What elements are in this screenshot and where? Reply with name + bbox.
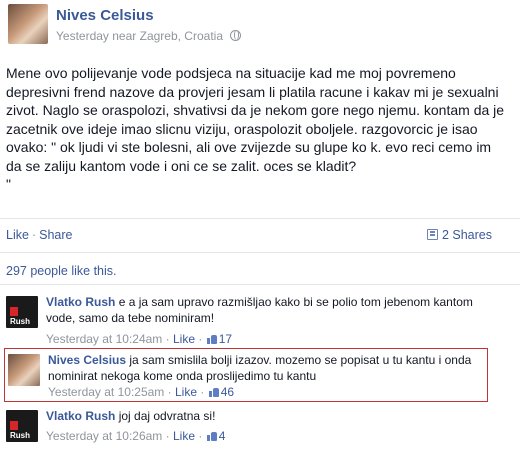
comment-meta: Yesterday at 10:26am · Like · 4 bbox=[46, 429, 226, 443]
divider bbox=[0, 252, 520, 253]
post-timestamp-location[interactable]: Yesterday near Zagreb, Croatia bbox=[56, 29, 223, 43]
comment-author[interactable]: Nives Celsius bbox=[48, 353, 126, 367]
comment: Rush Vlatko Rush e a ja sam upravo razmi… bbox=[4, 292, 488, 347]
comment-time[interactable]: Yesterday at 10:24am bbox=[46, 332, 162, 346]
comment-meta: Yesterday at 10:25am · Like · 46 bbox=[48, 385, 235, 399]
share-icon bbox=[426, 229, 438, 240]
post-actions: Like · Share bbox=[6, 228, 72, 242]
shares-label: 2 Shares bbox=[441, 228, 492, 242]
comment-body: Nives Celsius ja sam smislila bolji izaz… bbox=[48, 352, 488, 400]
thumbs-up-icon bbox=[208, 387, 219, 397]
comment: Rush Vlatko Rush joj daj odvratna si! Ye… bbox=[4, 406, 488, 446]
globe-icon[interactable] bbox=[230, 30, 242, 41]
post-author-name[interactable]: Nives Celsius bbox=[56, 7, 154, 24]
comment-like-count[interactable]: 17 bbox=[219, 332, 232, 346]
comment-like-count[interactable]: 46 bbox=[221, 385, 234, 399]
comment-time[interactable]: Yesterday at 10:26am bbox=[46, 429, 162, 443]
author-avatar[interactable] bbox=[8, 4, 48, 44]
comment-text: joj daj odvratna si! bbox=[115, 409, 216, 423]
rush-logo: Rush bbox=[10, 307, 38, 326]
comment-like-button[interactable]: Like bbox=[175, 385, 197, 399]
comment-body: Vlatko Rush joj daj odvratna si! Yesterd… bbox=[46, 408, 486, 444]
commenter-avatar[interactable]: Rush bbox=[6, 296, 38, 328]
commenter-avatar[interactable]: Rush bbox=[6, 410, 38, 442]
comment-like-count[interactable]: 4 bbox=[219, 429, 226, 443]
post-meta: Yesterday near Zagreb, Croatia bbox=[56, 29, 242, 43]
divider bbox=[0, 218, 520, 219]
shares-count[interactable]: 2 Shares bbox=[426, 228, 492, 242]
comment-author[interactable]: Vlatko Rush bbox=[46, 409, 115, 423]
likes-summary[interactable]: 297 people like this. bbox=[6, 264, 117, 278]
comment-highlighted: Nives Celsius ja sam smislila bolji izaz… bbox=[4, 348, 488, 402]
post-header: Nives Celsius Yesterday near Zagreb, Cro… bbox=[8, 4, 518, 48]
thumbs-up-icon bbox=[206, 334, 217, 344]
comment-like-button[interactable]: Like bbox=[173, 429, 195, 443]
rush-logo: Rush bbox=[10, 421, 38, 440]
share-button[interactable]: Share bbox=[39, 228, 72, 242]
like-button[interactable]: Like bbox=[6, 228, 29, 242]
divider bbox=[0, 284, 520, 285]
thumbs-up-icon bbox=[206, 431, 217, 441]
comment-time[interactable]: Yesterday at 10:25am bbox=[48, 385, 164, 399]
comment-meta: Yesterday at 10:24am · Like · 17 bbox=[46, 332, 233, 346]
commenter-avatar[interactable] bbox=[8, 354, 40, 386]
post-text: Mene ovo polijevanje vode podsjeca na si… bbox=[6, 65, 505, 192]
comment-like-button[interactable]: Like bbox=[173, 332, 195, 346]
separator: · bbox=[31, 228, 37, 242]
comment-author[interactable]: Vlatko Rush bbox=[46, 295, 115, 309]
comment-body: Vlatko Rush e a ja sam upravo razmišljao… bbox=[46, 294, 486, 347]
